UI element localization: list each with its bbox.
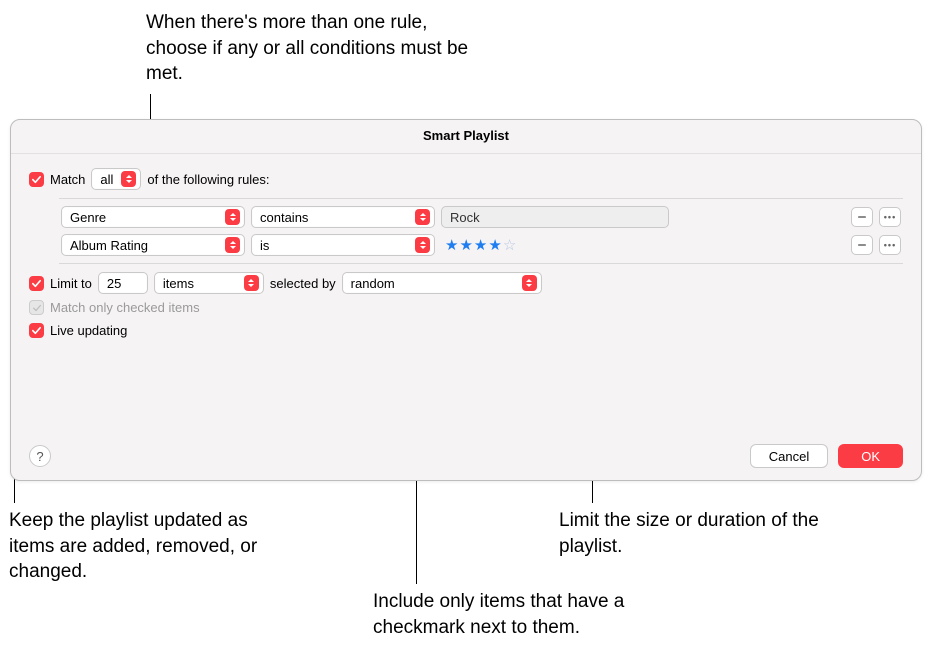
match-row: Match all of the following rules: (29, 168, 903, 190)
rule-op-select[interactable]: contains (251, 206, 435, 228)
limit-checkbox[interactable] (29, 276, 44, 291)
star-icon: ★ (488, 236, 501, 254)
window-footer: ? Cancel OK (29, 444, 903, 468)
star-icon: ☆ (503, 236, 516, 254)
checked-items-row: Match only checked items (29, 300, 903, 315)
help-button[interactable]: ? (29, 445, 51, 467)
rule-field-select[interactable]: Genre (61, 206, 245, 228)
rule-field-select[interactable]: Album Rating (61, 234, 245, 256)
stepper-icon (244, 275, 259, 291)
rule-op-value: is (260, 238, 269, 253)
rule-value-stars[interactable]: ★ ★ ★ ★ ☆ (441, 236, 516, 254)
live-updating-checkbox[interactable] (29, 323, 44, 338)
rule-row: Album Rating is ★ ★ ★ ★ ☆ (59, 231, 903, 259)
stepper-icon (522, 275, 537, 291)
rules-list: Genre contains Rock ••• Album Rating (59, 198, 903, 264)
limit-row: Limit to 25 items selected by random (29, 272, 903, 294)
cancel-button[interactable]: Cancel (750, 444, 828, 468)
match-checkbox[interactable] (29, 172, 44, 187)
rule-op-select[interactable]: is (251, 234, 435, 256)
annotation-checked-items: Include only items that have a checkmark… (373, 589, 693, 640)
annotation-limit: Limit the size or duration of the playli… (559, 508, 819, 559)
match-suffix: of the following rules: (147, 172, 269, 187)
limit-unit-select[interactable]: items (154, 272, 264, 294)
limit-count-input[interactable]: 25 (98, 272, 148, 294)
rule-field-value: Genre (70, 210, 106, 225)
stepper-icon (121, 171, 136, 187)
ok-button[interactable]: OK (838, 444, 903, 468)
remove-rule-button[interactable] (851, 207, 873, 227)
stepper-icon (415, 209, 430, 225)
remove-rule-button[interactable] (851, 235, 873, 255)
checked-items-checkbox (29, 300, 44, 315)
annotation-match-mode: When there's more than one rule, choose … (146, 10, 486, 87)
rule-more-button[interactable]: ••• (879, 207, 901, 227)
star-icon: ★ (474, 236, 487, 254)
limit-selected-by-select[interactable]: random (342, 272, 542, 294)
rule-row: Genre contains Rock ••• (59, 203, 903, 231)
match-prefix: Match (50, 172, 85, 187)
match-mode-select[interactable]: all (91, 168, 141, 190)
limit-selected-by-label: selected by (270, 276, 336, 291)
limit-selected-by-value: random (351, 276, 395, 291)
rule-more-button[interactable]: ••• (879, 235, 901, 255)
window-title: Smart Playlist (11, 120, 921, 154)
live-updating-label: Live updating (50, 323, 127, 338)
annotation-live-updating: Keep the playlist updated as items are a… (9, 508, 289, 585)
limit-unit-value: items (163, 276, 194, 291)
rule-op-value: contains (260, 210, 308, 225)
limit-prefix: Limit to (50, 276, 92, 291)
stepper-icon (225, 237, 240, 253)
rule-value-input[interactable]: Rock (441, 206, 669, 228)
smart-playlist-window: Smart Playlist Match all of the followin… (10, 119, 922, 481)
star-icon: ★ (445, 236, 458, 254)
star-icon: ★ (459, 236, 472, 254)
rule-field-value: Album Rating (70, 238, 148, 253)
live-updating-row: Live updating (29, 323, 903, 338)
stepper-icon (415, 237, 430, 253)
stepper-icon (225, 209, 240, 225)
checked-items-label: Match only checked items (50, 300, 200, 315)
match-mode-value: all (100, 172, 113, 187)
